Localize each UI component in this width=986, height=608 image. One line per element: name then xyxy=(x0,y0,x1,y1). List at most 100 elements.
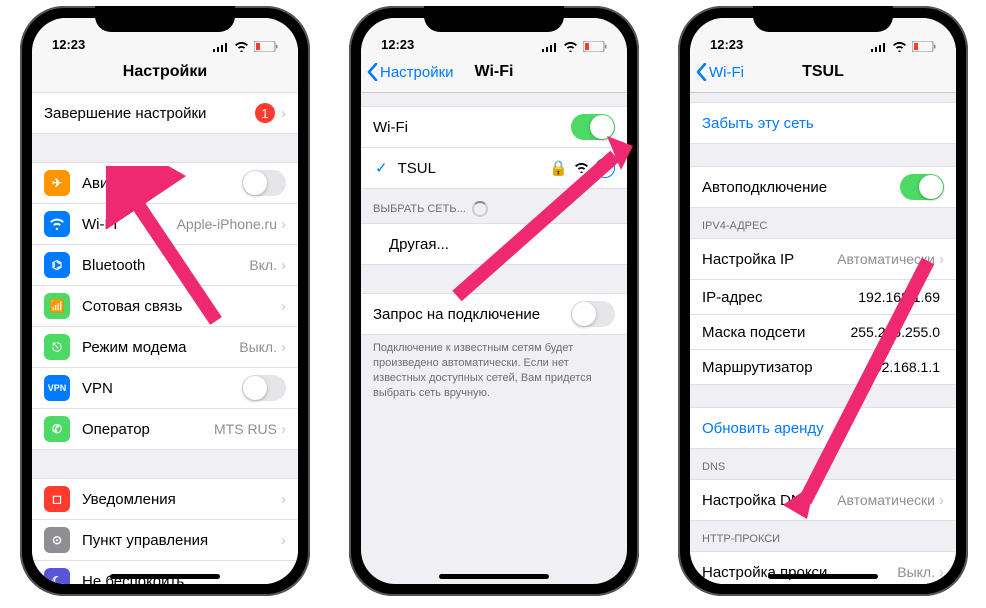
airplane-toggle[interactable] xyxy=(242,170,286,196)
choose-network-label: ВЫБРАТЬ СЕТЬ... xyxy=(373,203,466,215)
airplane-icon: ✈ xyxy=(44,170,70,196)
cellular-icon: 📶 xyxy=(44,293,70,319)
status-bar: 12:23 xyxy=(690,18,956,52)
other-network-row[interactable]: Другая... xyxy=(361,223,627,265)
checkmark-icon: ✓ xyxy=(375,159,388,177)
back-label: Wi-Fi xyxy=(709,64,744,81)
http-proxy-header: HTTP-ПРОКСИ xyxy=(690,521,956,551)
auto-join-row[interactable]: Автоподключение xyxy=(690,166,956,208)
connected-network-row[interactable]: ✓ TSUL 🔒 i xyxy=(361,148,627,189)
notifications-icon: ◻ xyxy=(44,486,70,512)
chevron-left-icon xyxy=(367,63,378,81)
finish-setup-row[interactable]: Завершение настройки 1 › xyxy=(32,92,298,134)
wifi-label: Wi-Fi xyxy=(82,216,177,233)
battery-icon xyxy=(912,41,936,52)
auto-join-toggle[interactable] xyxy=(900,174,944,200)
control-center-icon: ⊙ xyxy=(44,527,70,553)
chevron-right-icon: › xyxy=(281,216,286,233)
navbar: Wi-Fi TSUL xyxy=(690,52,956,93)
ask-to-join-row[interactable]: Запрос на подключение xyxy=(361,293,627,335)
bluetooth-value: Вкл. xyxy=(249,257,277,273)
back-label: Настройки xyxy=(380,64,454,81)
wifi-value: Apple-iPhone.ru xyxy=(177,216,277,232)
home-indicator[interactable] xyxy=(439,574,549,579)
finish-setup-label: Завершение настройки xyxy=(44,105,255,122)
ip-config-row[interactable]: Настройка IP Автоматически › xyxy=(690,238,956,280)
status-time: 12:23 xyxy=(710,37,743,52)
status-time: 12:23 xyxy=(381,37,414,52)
carrier-label: Оператор xyxy=(82,421,214,438)
navbar: Настройки Wi-Fi xyxy=(361,52,627,93)
battery-icon xyxy=(583,41,607,52)
wifi-icon xyxy=(44,211,70,237)
control-center-label: Пункт управления xyxy=(82,532,281,549)
proxy-config-row[interactable]: Настройка прокси Выкл. › xyxy=(690,551,956,584)
battery-icon xyxy=(254,41,278,52)
wifi-status-icon xyxy=(892,41,907,52)
subnet-mask-value: 255.255.255.0 xyxy=(850,324,940,340)
ask-to-join-label: Запрос на подключение xyxy=(373,306,571,323)
status-bar: 12:23 xyxy=(361,18,627,52)
cellular-signal-icon xyxy=(871,42,887,52)
renew-lease-label: Обновить аренду xyxy=(702,420,944,437)
chevron-right-icon: › xyxy=(281,421,286,438)
wifi-row[interactable]: Wi-Fi Apple-iPhone.ru › xyxy=(32,204,298,245)
carrier-row[interactable]: ✆ Оператор MTS RUS › xyxy=(32,409,298,450)
hotspot-value: Выкл. xyxy=(239,339,277,355)
cellular-signal-icon xyxy=(213,42,229,52)
renew-lease-row[interactable]: Обновить аренду xyxy=(690,407,956,449)
subnet-mask-row: Маска подсети 255.255.255.0 xyxy=(690,315,956,350)
bluetooth-row[interactable]: ⌬ Bluetooth Вкл. › xyxy=(32,245,298,286)
dns-config-label: Настройка DNS xyxy=(702,492,837,509)
forget-network-label: Забыть эту сеть xyxy=(702,115,944,132)
dnd-row[interactable]: ☾ Не беспокоить › xyxy=(32,561,298,584)
other-network-label: Другая... xyxy=(389,236,615,253)
lock-icon: 🔒 xyxy=(549,159,568,177)
chevron-right-icon: › xyxy=(281,257,286,274)
bluetooth-icon: ⌬ xyxy=(44,252,70,278)
ip-config-value: Автоматически xyxy=(837,251,935,267)
hotspot-row[interactable]: ⎋ Режим модема Выкл. › xyxy=(32,327,298,368)
dns-config-row[interactable]: Настройка DNS Автоматически › xyxy=(690,479,956,521)
vpn-row[interactable]: VPN VPN xyxy=(32,368,298,409)
spinner-icon xyxy=(472,201,488,217)
notifications-row[interactable]: ◻ Уведомления › xyxy=(32,478,298,520)
ask-footnote: Подключение к известным сетям будет прои… xyxy=(361,335,627,406)
chevron-right-icon: › xyxy=(281,491,286,508)
router-label: Маршрутизатор xyxy=(702,359,866,376)
back-button[interactable]: Настройки xyxy=(361,63,454,81)
router-row: Маршрутизатор 192.168.1.1 xyxy=(690,350,956,385)
notifications-label: Уведомления xyxy=(82,491,281,508)
control-center-row[interactable]: ⊙ Пункт управления › xyxy=(32,520,298,561)
chevron-right-icon: › xyxy=(281,573,286,585)
proxy-config-value: Выкл. xyxy=(897,564,935,580)
chevron-right-icon: › xyxy=(939,492,944,509)
auto-join-label: Автоподключение xyxy=(702,179,900,196)
wifi-toggle[interactable] xyxy=(571,114,615,140)
forget-network-row[interactable]: Забыть эту сеть xyxy=(690,102,956,144)
wifi-status-icon xyxy=(563,41,578,52)
chevron-right-icon: › xyxy=(939,564,944,581)
ipv4-header: IPV4-АДРЕС xyxy=(690,208,956,238)
finish-setup-badge: 1 xyxy=(255,103,275,123)
hotspot-label: Режим модема xyxy=(82,339,239,356)
wifi-master-row[interactable]: Wi-Fi xyxy=(361,106,627,148)
ip-config-label: Настройка IP xyxy=(702,251,837,268)
cellular-row[interactable]: 📶 Сотовая связь › xyxy=(32,286,298,327)
dns-config-value: Автоматически xyxy=(837,492,935,508)
ask-to-join-toggle[interactable] xyxy=(571,301,615,327)
wifi-status-icon xyxy=(234,41,249,52)
ip-address-value: 192.168.1.69 xyxy=(858,289,940,305)
chevron-right-icon: › xyxy=(939,251,944,268)
info-icon[interactable]: i xyxy=(595,158,615,178)
airplane-label: Авиарежим xyxy=(82,175,242,192)
status-bar: 12:23 xyxy=(32,18,298,52)
back-button[interactable]: Wi-Fi xyxy=(690,63,744,81)
vpn-toggle[interactable] xyxy=(242,375,286,401)
airplane-row[interactable]: ✈ Авиарежим xyxy=(32,162,298,204)
home-indicator[interactable] xyxy=(768,574,878,579)
home-indicator[interactable] xyxy=(110,574,220,579)
cellular-label: Сотовая связь xyxy=(82,298,281,315)
vpn-icon: VPN xyxy=(44,375,70,401)
router-value: 192.168.1.1 xyxy=(866,359,940,375)
